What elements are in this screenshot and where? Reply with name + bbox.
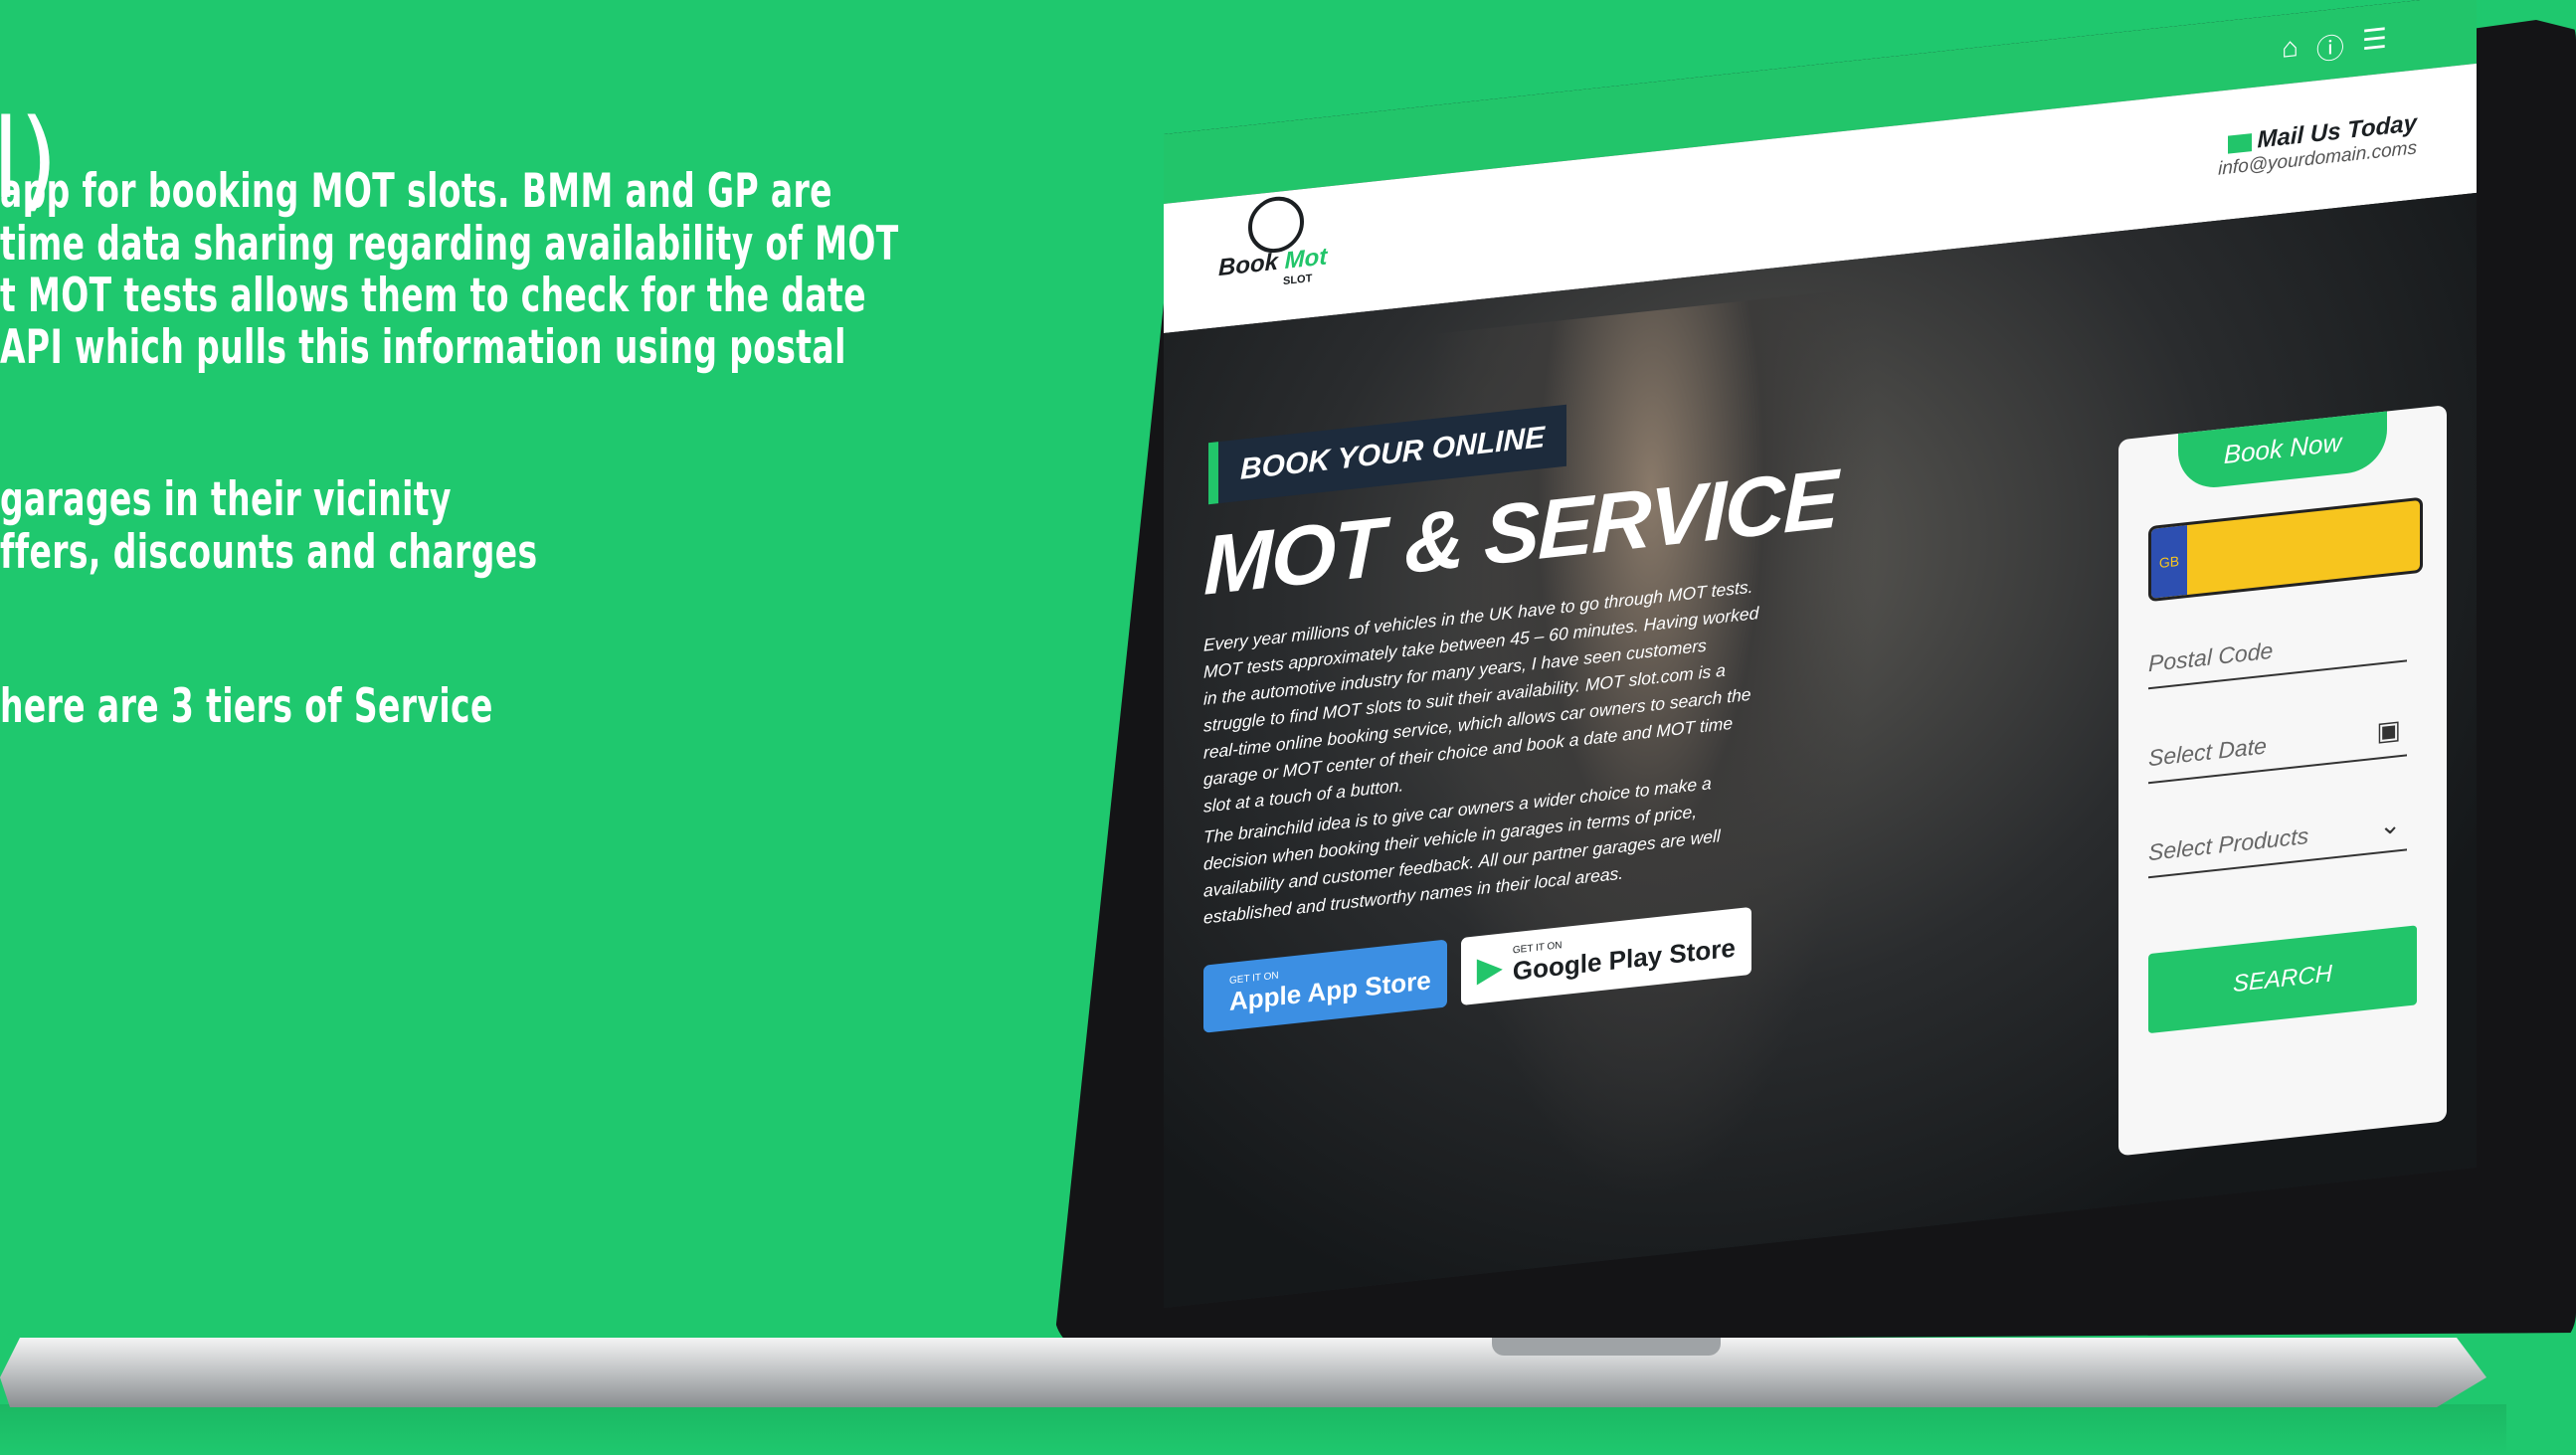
search-button[interactable]: SEARCH <box>2148 925 2417 1034</box>
site-logo[interactable]: Book Mot SLOT <box>1218 190 1338 297</box>
intro-line: ffers, discounts and charges <box>0 525 538 580</box>
intro-line: here are 3 tiers of Service <box>0 679 493 734</box>
select-date-label: Select Date <box>2148 732 2267 772</box>
intro-line: API which pulls this information using p… <box>0 320 846 375</box>
intro-line: t MOT tests allows them to check for the… <box>0 269 866 323</box>
menu-icon[interactable]: ☰ <box>2362 22 2387 65</box>
apple-store-button[interactable]: GET IT ON Apple App Store <box>1203 939 1447 1033</box>
laptop-notch <box>1492 1338 1721 1356</box>
calendar-icon[interactable]: ▣ <box>2376 714 2401 748</box>
info-icon[interactable]: ⓘ <box>2316 26 2344 69</box>
laptop-base <box>0 1338 2486 1407</box>
google-play-icon: ▶ <box>1476 948 1503 990</box>
hero-section: BOOK YOUR ONLINE MOT & SERVICE Every yea… <box>1164 192 2477 1308</box>
home-icon[interactable]: ⌂ <box>2282 31 2299 73</box>
select-products-dropdown[interactable]: Select Products ⌄ <box>2148 809 2407 879</box>
booking-card: Book Now GB Postal Code Select Date ▣ Se… <box>2118 405 2447 1157</box>
intro-line: garages in their vicinity <box>0 472 452 527</box>
top-icons: ⌂ ⓘ ☰ <box>2282 22 2387 73</box>
logo-sub: SLOT <box>1283 273 1313 288</box>
intro-line: app for booking MOT slots. BMM and GP ar… <box>0 164 832 219</box>
laptop-shadow <box>0 1404 2506 1455</box>
intro-text-panel: l) app for booking MOT slots. BMM and GP… <box>0 0 995 1455</box>
registration-plate-input[interactable]: GB <box>2148 496 2423 603</box>
book-now-tab[interactable]: Book Now <box>2178 411 2387 491</box>
postal-code-input[interactable]: Postal Code <box>2148 623 2407 690</box>
hero-paragraph: Every year millions of vehicles in the U… <box>1203 573 1760 936</box>
intro-line: time data sharing regarding availability… <box>0 217 899 272</box>
plate-badge: GB <box>2151 525 2187 599</box>
website-screen: ⌂ ⓘ ☰ Book Mot SLOT Mail Us Today info@y… <box>1164 0 2477 1308</box>
envelope-icon <box>2227 132 2252 154</box>
select-products-label: Select Products <box>2148 821 2309 866</box>
select-date-input[interactable]: Select Date ▣ <box>2148 714 2407 785</box>
chevron-down-icon: ⌄ <box>2379 809 2401 841</box>
